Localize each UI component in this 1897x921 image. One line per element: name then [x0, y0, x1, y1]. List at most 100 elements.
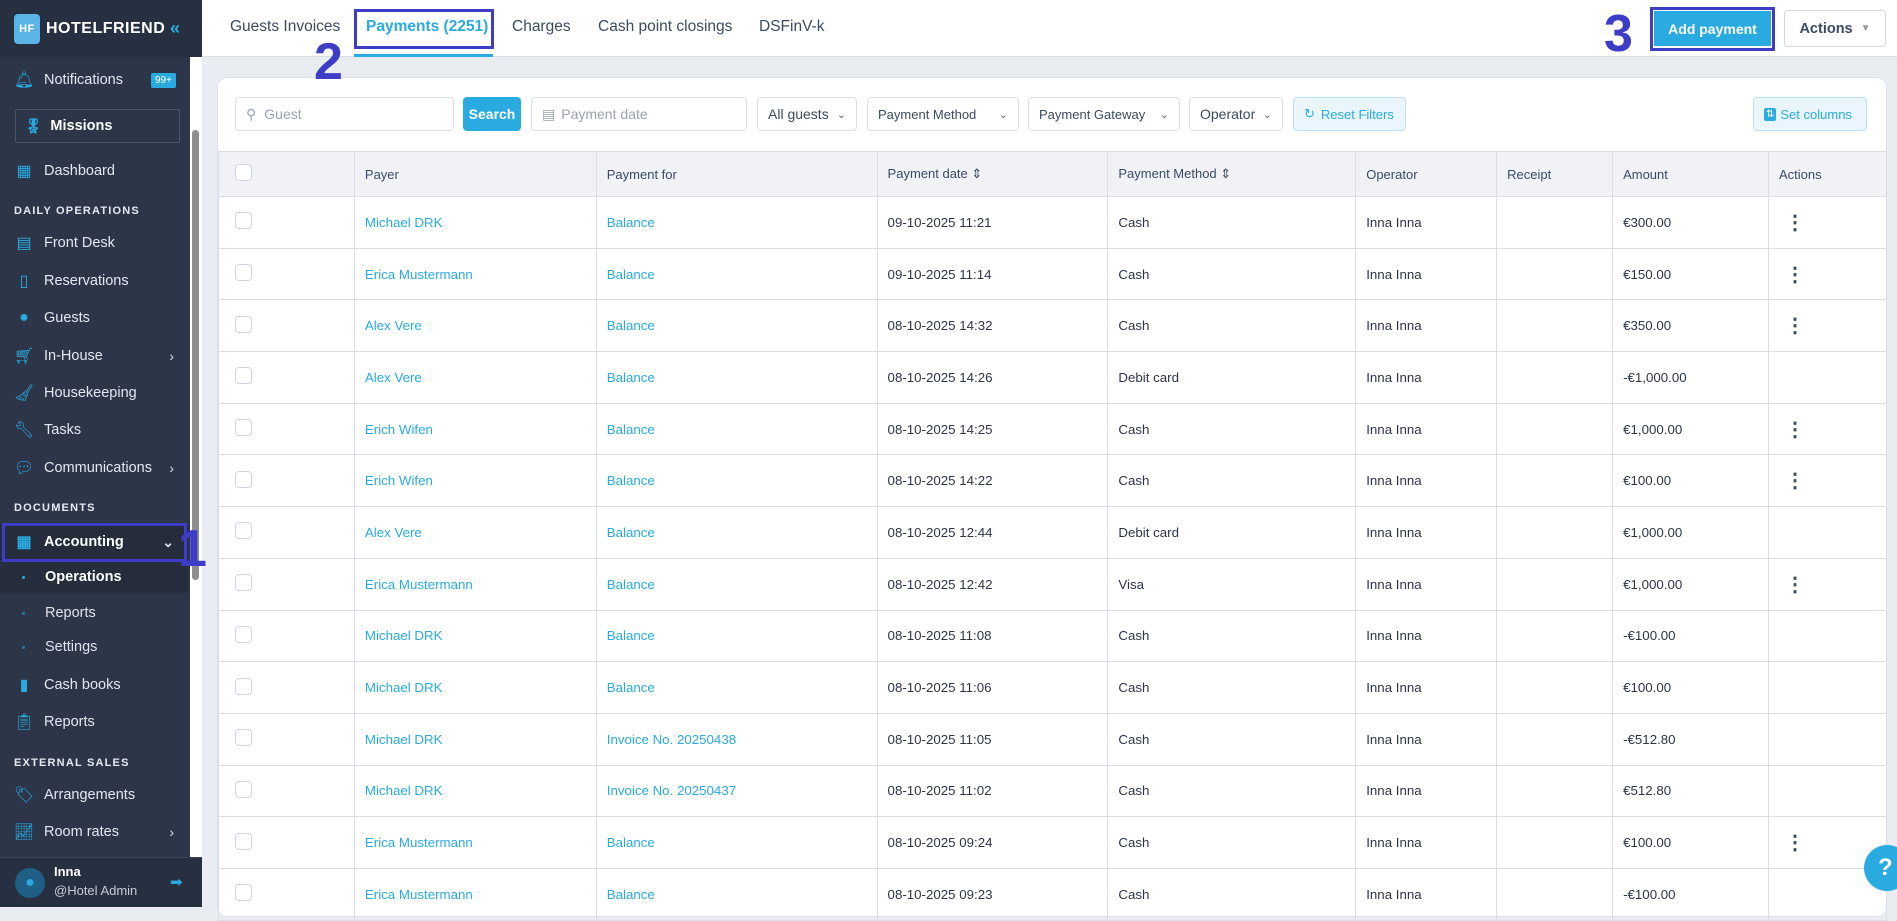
payment-for-link[interactable]: Balance: [595, 816, 878, 869]
sidebar-item-guests[interactable]: ● Guests: [0, 300, 188, 336]
more-vertical-icon[interactable]: ⋮: [1785, 264, 1805, 286]
row-checkbox[interactable]: [235, 367, 252, 385]
missions-button[interactable]: 🎖︎ Missions: [15, 109, 180, 143]
payer-link[interactable]: Michael DRK: [353, 712, 597, 766]
sidebar-subitem-reports[interactable]: Reports: [0, 597, 188, 629]
payer-link[interactable]: Alex Vere: [353, 506, 597, 559]
col-payment-date[interactable]: Payment date ⇕: [876, 151, 1109, 197]
set-columns-button[interactable]: ⇅ Set columns: [1753, 97, 1867, 131]
tab-cash-point-closings[interactable]: Cash point closings: [598, 18, 732, 36]
table-row[interactable]: Erica Mustermann Balance 08-10-2025 09:2…: [218, 816, 1887, 869]
guest-search-input[interactable]: ⚲ Guest: [235, 97, 454, 131]
payment-method-select[interactable]: Payment Method ⌄: [867, 97, 1019, 131]
more-vertical-icon[interactable]: ⋮: [1785, 315, 1805, 337]
sidebar-subitem-operations[interactable]: Operations: [0, 561, 188, 593]
row-checkbox[interactable]: [235, 212, 252, 230]
payment-for-link[interactable]: Balance: [595, 867, 878, 921]
payment-for-link[interactable]: Invoice No. 20250438: [595, 712, 878, 766]
all-guests-select[interactable]: All guests ⌄: [757, 97, 857, 131]
sidebar-item-dashboard[interactable]: ▦ Dashboard: [0, 153, 188, 189]
sidebar-item-in-house[interactable]: 🛒︎ In-House ›: [0, 338, 188, 374]
payer-link[interactable]: Erich Wifen: [353, 454, 597, 508]
payment-for-link[interactable]: Balance: [595, 351, 878, 404]
payment-for-link[interactable]: Balance: [595, 299, 878, 353]
sidebar-subitem-settings[interactable]: Settings: [0, 631, 188, 663]
payer-link[interactable]: Michael DRK: [353, 764, 597, 818]
payment-for-link[interactable]: Balance: [595, 196, 878, 249]
row-checkbox[interactable]: [235, 315, 252, 333]
table-row[interactable]: Alex Vere Balance 08-10-2025 12:44 Debit…: [218, 506, 1887, 559]
sidebar-item-communications[interactable]: 💬︎ Communications ›: [0, 450, 188, 486]
table-row[interactable]: Alex Vere Balance 08-10-2025 14:26 Debit…: [218, 351, 1887, 404]
row-checkbox[interactable]: [235, 832, 252, 850]
user-profile[interactable]: ● Inna @Hotel Admin ➡: [0, 857, 202, 907]
logo[interactable]: HF HOTELFRIEND «: [0, 0, 202, 57]
payment-for-link[interactable]: Balance: [595, 402, 878, 456]
tab-charges[interactable]: Charges: [512, 18, 571, 36]
payment-for-link[interactable]: Balance: [595, 506, 878, 559]
table-row[interactable]: Erich Wifen Balance 08-10-2025 14:22 Cas…: [218, 454, 1887, 508]
search-button[interactable]: Search: [463, 97, 521, 131]
payer-link[interactable]: Erica Mustermann: [353, 867, 597, 921]
row-checkbox[interactable]: [235, 574, 252, 592]
more-vertical-icon[interactable]: ⋮: [1785, 574, 1805, 596]
row-checkbox[interactable]: [235, 522, 252, 540]
payer-link[interactable]: Michael DRK: [353, 196, 597, 249]
row-checkbox[interactable]: [235, 419, 252, 437]
more-vertical-icon[interactable]: ⋮: [1785, 212, 1805, 234]
more-vertical-icon[interactable]: ⋮: [1785, 832, 1805, 854]
payment-for-link[interactable]: Balance: [595, 557, 878, 611]
table-row[interactable]: Alex Vere Balance 08-10-2025 14:32 Cash …: [218, 299, 1887, 353]
payment-for-link[interactable]: Balance: [595, 247, 878, 301]
payment-for-link[interactable]: Balance: [595, 454, 878, 508]
logout-icon[interactable]: ➡: [170, 873, 183, 891]
payer-link[interactable]: Erica Mustermann: [353, 557, 597, 611]
payment-for-link[interactable]: Balance: [595, 609, 878, 663]
payer-link[interactable]: Alex Vere: [353, 299, 597, 353]
sidebar-item-arrangements[interactable]: 🏷︎ Arrangements: [0, 777, 188, 813]
collapse-sidebar-icon[interactable]: «: [170, 18, 181, 39]
row-checkbox[interactable]: [235, 884, 252, 902]
actions-dropdown[interactable]: Actions ▼: [1784, 10, 1886, 47]
payment-for-link[interactable]: Balance: [595, 661, 878, 714]
table-row[interactable]: Erich Wifen Balance 08-10-2025 14:25 Cas…: [218, 402, 1887, 456]
table-row[interactable]: Michael DRK Invoice No. 20250437 08-10-2…: [218, 764, 1887, 818]
col-payment-method[interactable]: Payment Method ⇕: [1107, 151, 1357, 197]
payer-link[interactable]: Alex Vere: [353, 351, 597, 404]
payment-gateway-select[interactable]: Payment Gateway ⌄: [1028, 97, 1180, 131]
row-checkbox[interactable]: [235, 470, 252, 488]
select-all-checkbox[interactable]: [235, 164, 252, 181]
table-row[interactable]: Michael DRK Invoice No. 20250438 08-10-2…: [218, 712, 1887, 766]
sidebar-item-room-rates[interactable]: 📈︎ Room rates ›: [0, 814, 188, 850]
sidebar-scrollbar-thumb[interactable]: [192, 130, 199, 580]
row-checkbox[interactable]: [235, 729, 252, 747]
payment-date-input[interactable]: ▤ Payment date: [531, 97, 747, 131]
row-checkbox[interactable]: [235, 780, 252, 798]
table-row[interactable]: Erica Mustermann Balance 08-10-2025 12:4…: [218, 557, 1887, 611]
tab-dsfinv-k[interactable]: DSFinV-k: [759, 18, 824, 36]
row-checkbox[interactable]: [235, 625, 252, 643]
payer-link[interactable]: Erica Mustermann: [353, 247, 597, 301]
sidebar-item-cash-books[interactable]: ▮ Cash books: [0, 667, 188, 703]
operator-select[interactable]: Operator ⌄: [1189, 97, 1283, 131]
table-row[interactable]: Michael DRK Balance 08-10-2025 11:08 Cas…: [218, 609, 1887, 663]
payer-link[interactable]: Michael DRK: [353, 661, 597, 714]
sidebar-item-reports[interactable]: 📋︎ Reports: [0, 704, 188, 740]
payer-link[interactable]: Erica Mustermann: [353, 816, 597, 869]
sort-icon[interactable]: ⇕: [971, 166, 982, 181]
row-checkbox[interactable]: [235, 677, 252, 695]
payer-link[interactable]: Michael DRK: [353, 609, 597, 663]
payer-link[interactable]: Erich Wifen: [353, 402, 597, 456]
sort-icon[interactable]: ⇕: [1220, 166, 1231, 181]
more-vertical-icon[interactable]: ⋮: [1785, 419, 1805, 441]
row-checkbox[interactable]: [235, 264, 252, 282]
table-row[interactable]: Erica Mustermann Balance 08-10-2025 09:2…: [218, 867, 1887, 921]
table-row[interactable]: Michael DRK Balance 09-10-2025 11:21 Cas…: [218, 196, 1887, 249]
sidebar-item-tasks[interactable]: 🔧︎ Tasks: [0, 412, 188, 448]
more-vertical-icon[interactable]: ⋮: [1785, 470, 1805, 492]
table-row[interactable]: Michael DRK Balance 08-10-2025 11:06 Cas…: [218, 661, 1887, 714]
table-row[interactable]: Erica Mustermann Balance 09-10-2025 11:1…: [218, 247, 1887, 301]
reset-filters-button[interactable]: ↻ Reset Filters: [1293, 97, 1406, 131]
sidebar-item-front-desk[interactable]: ▤ Front Desk: [0, 225, 188, 261]
sidebar-item-reservations[interactable]: ▯ Reservations: [0, 263, 188, 299]
